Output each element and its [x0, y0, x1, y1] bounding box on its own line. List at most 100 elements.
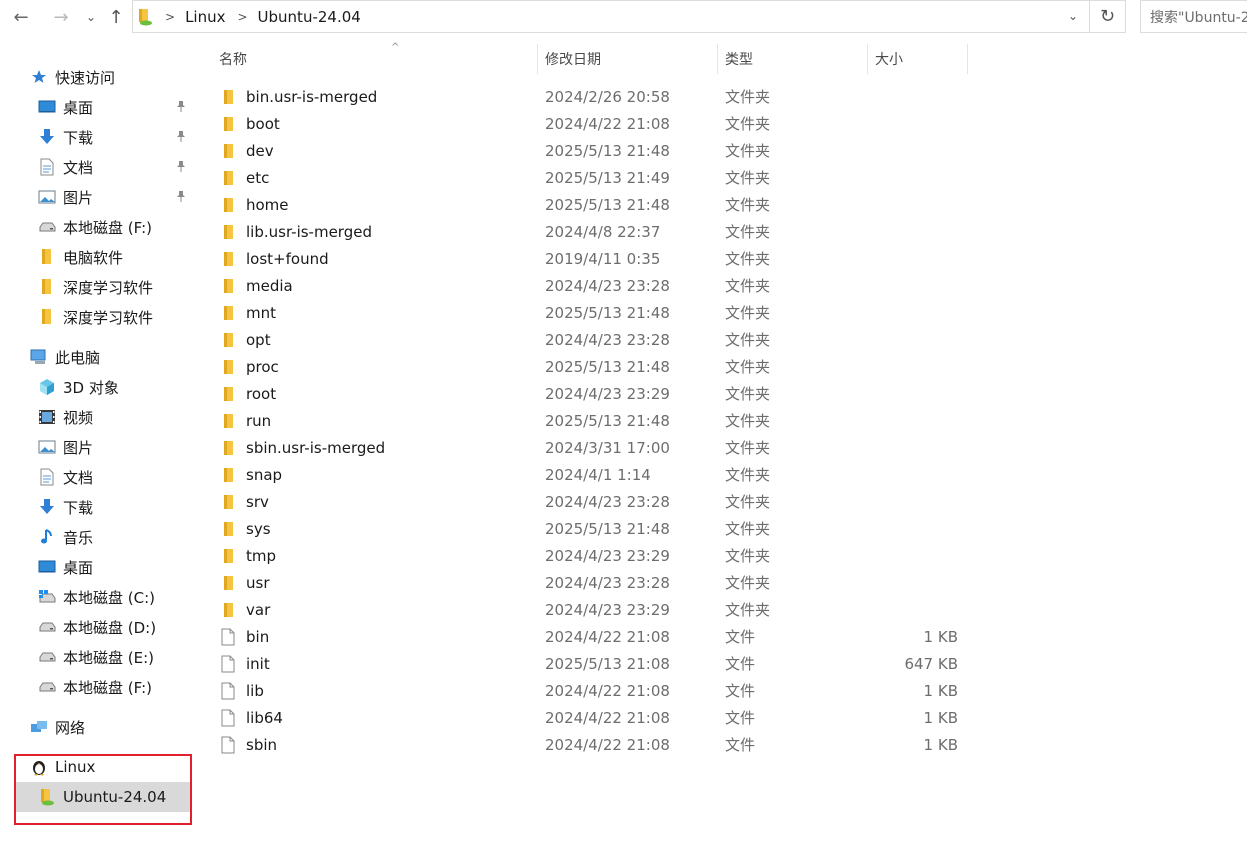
sidebar-pc-item[interactable]: 下载	[0, 492, 196, 522]
file-row[interactable]: sbin 2024/4/22 21:08 文件 1 KB	[220, 731, 980, 758]
file-name[interactable]: lost+found	[246, 250, 329, 268]
up-button[interactable]: ↑	[104, 4, 128, 30]
file-name[interactable]: sbin	[246, 736, 277, 754]
sidebar-quick-access[interactable]: 快速访问	[0, 62, 196, 92]
column-header-size[interactable]: 大小	[875, 44, 965, 74]
file-row[interactable]: lib64 2024/4/22 21:08 文件 1 KB	[220, 704, 980, 731]
pin-icon[interactable]	[176, 160, 188, 174]
file-name[interactable]: lib.usr-is-merged	[246, 223, 372, 241]
sidebar-quick-item[interactable]: 下载	[0, 122, 196, 152]
recent-locations-button[interactable]: ⌄	[82, 4, 100, 30]
file-name[interactable]: etc	[246, 169, 269, 187]
file-row[interactable]: home 2025/5/13 21:48 文件夹	[220, 191, 980, 218]
sidebar-quick-item[interactable]: 桌面	[0, 92, 196, 122]
file-row[interactable]: srv 2024/4/23 23:28 文件夹	[220, 488, 980, 515]
sidebar-pc-item[interactable]: 图片	[0, 432, 196, 462]
breadcrumb-ubuntu[interactable]: Ubuntu-24.04	[258, 8, 361, 26]
file-name[interactable]: home	[246, 196, 289, 214]
chevron-right-icon[interactable]: >	[237, 10, 247, 24]
sidebar-network[interactable]: 网络	[0, 712, 196, 742]
file-name[interactable]: bin.usr-is-merged	[246, 88, 377, 106]
file-name[interactable]: proc	[246, 358, 279, 376]
file-row[interactable]: media 2024/4/23 23:28 文件夹	[220, 272, 980, 299]
column-divider[interactable]	[967, 44, 968, 74]
sidebar-pc-item[interactable]: 3D 对象	[0, 372, 196, 402]
file-row[interactable]: var 2024/4/23 23:29 文件夹	[220, 596, 980, 623]
refresh-button[interactable]: ↻	[1090, 0, 1126, 33]
sidebar-this-pc[interactable]: 此电脑	[0, 342, 196, 372]
sidebar-pc-item[interactable]: 本地磁盘 (F:)	[0, 672, 196, 702]
sidebar-pc-item[interactable]: 本地磁盘 (D:)	[0, 612, 196, 642]
sidebar-linux[interactable]: Linux	[0, 752, 196, 782]
sidebar-pc-item[interactable]: 音乐	[0, 522, 196, 552]
sidebar-pc-item[interactable]: 桌面	[0, 552, 196, 582]
breadcrumb-linux[interactable]: Linux	[185, 8, 225, 26]
file-row[interactable]: usr 2024/4/23 23:28 文件夹	[220, 569, 980, 596]
chevron-down-icon[interactable]: ⌄	[1065, 9, 1081, 25]
column-divider[interactable]	[867, 44, 868, 74]
sidebar-quick-item[interactable]: 电脑软件	[0, 242, 196, 272]
file-name[interactable]: lib	[246, 682, 264, 700]
file-row[interactable]: lost+found 2019/4/11 0:35 文件夹	[220, 245, 980, 272]
column-header-date[interactable]: 修改日期	[545, 44, 715, 74]
file-name[interactable]: opt	[246, 331, 271, 349]
file-row[interactable]: sbin.usr-is-merged 2024/3/31 17:00 文件夹	[220, 434, 980, 461]
file-name[interactable]: bin	[246, 628, 269, 646]
back-button[interactable]: ←	[8, 4, 34, 30]
file-row[interactable]: opt 2024/4/23 23:28 文件夹	[220, 326, 980, 353]
pin-icon[interactable]	[176, 190, 188, 204]
file-name[interactable]: root	[246, 385, 276, 403]
sidebar-quick-item[interactable]: 深度学习软件	[0, 272, 196, 302]
file-name[interactable]: var	[246, 601, 270, 619]
column-divider[interactable]	[717, 44, 718, 74]
pin-icon[interactable]	[176, 100, 188, 114]
column-header-name[interactable]: 名称 ^	[219, 42, 535, 74]
file-row[interactable]: etc 2025/5/13 21:49 文件夹	[220, 164, 980, 191]
column-header-type[interactable]: 类型	[725, 44, 865, 74]
column-label: 类型	[725, 52, 753, 68]
sidebar-pc-item[interactable]: 本地磁盘 (C:)	[0, 582, 196, 612]
file-row[interactable]: mnt 2025/5/13 21:48 文件夹	[220, 299, 980, 326]
file-row[interactable]: proc 2025/5/13 21:48 文件夹	[220, 353, 980, 380]
file-row[interactable]: sys 2025/5/13 21:48 文件夹	[220, 515, 980, 542]
chevron-right-icon: >	[165, 9, 176, 24]
file-name[interactable]: srv	[246, 493, 269, 511]
file-name[interactable]: run	[246, 412, 271, 430]
file-name[interactable]: mnt	[246, 304, 276, 322]
file-row[interactable]: dev 2025/5/13 21:48 文件夹	[220, 137, 980, 164]
sidebar-pc-item[interactable]: 视频	[0, 402, 196, 432]
file-row[interactable]: init 2025/5/13 21:08 文件 647 KB	[220, 650, 980, 677]
pin-icon[interactable]	[176, 130, 188, 144]
file-name[interactable]: media	[246, 277, 293, 295]
file-name[interactable]: usr	[246, 574, 270, 592]
file-name[interactable]: sbin.usr-is-merged	[246, 439, 385, 457]
file-row[interactable]: boot 2024/4/22 21:08 文件夹	[220, 110, 980, 137]
sidebar-pc-item[interactable]: 文档	[0, 462, 196, 492]
file-name[interactable]: dev	[246, 142, 274, 160]
sidebar-ubuntu[interactable]: Ubuntu-24.04	[14, 782, 190, 812]
file-row[interactable]: lib 2024/4/22 21:08 文件 1 KB	[220, 677, 980, 704]
column-divider[interactable]	[537, 44, 538, 74]
file-name[interactable]: lib64	[246, 709, 283, 727]
sidebar-quick-item[interactable]: 深度学习软件	[0, 302, 196, 332]
file-row[interactable]: bin 2024/4/22 21:08 文件 1 KB	[220, 623, 980, 650]
sidebar-pc-item[interactable]: 本地磁盘 (E:)	[0, 642, 196, 672]
file-type: 文件夹	[725, 142, 771, 160]
sidebar-quick-item[interactable]: 本地磁盘 (F:)	[0, 212, 196, 242]
file-row[interactable]: snap 2024/4/1 1:14 文件夹	[220, 461, 980, 488]
file-name[interactable]: snap	[246, 466, 282, 484]
file-row[interactable]: run 2025/5/13 21:48 文件夹	[220, 407, 980, 434]
forward-button[interactable]: →	[48, 4, 74, 30]
search-input[interactable]: 搜索"Ubuntu-24.04"	[1140, 0, 1247, 33]
address-bar[interactable]: > Linux > Ubuntu-24.04 ⌄	[132, 0, 1090, 33]
file-name[interactable]: init	[246, 655, 270, 673]
file-row[interactable]: tmp 2024/4/23 23:29 文件夹	[220, 542, 980, 569]
file-name[interactable]: sys	[246, 520, 271, 538]
sidebar-quick-item[interactable]: 图片	[0, 182, 196, 212]
file-row[interactable]: root 2024/4/23 23:29 文件夹	[220, 380, 980, 407]
file-name[interactable]: tmp	[246, 547, 276, 565]
file-row[interactable]: lib.usr-is-merged 2024/4/8 22:37 文件夹	[220, 218, 980, 245]
file-name[interactable]: boot	[246, 115, 280, 133]
file-row[interactable]: bin.usr-is-merged 2024/2/26 20:58 文件夹	[220, 83, 980, 110]
sidebar-quick-item[interactable]: 文档	[0, 152, 196, 182]
